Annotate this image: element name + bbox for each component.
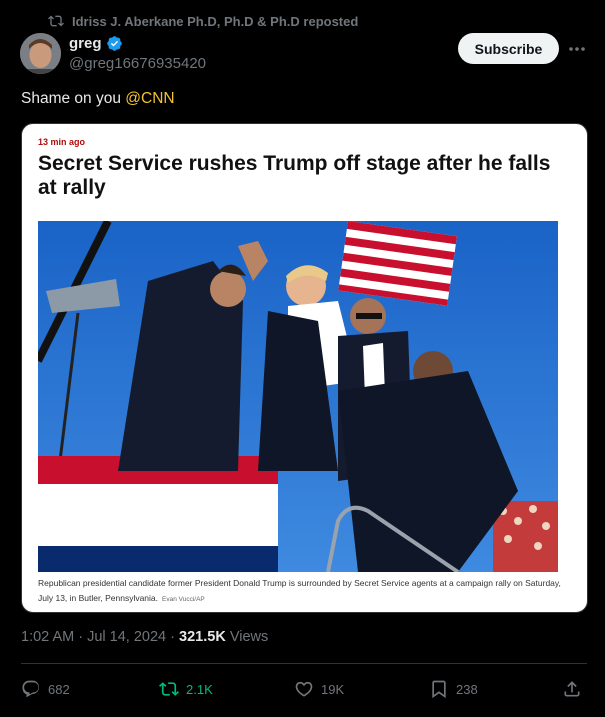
- caption-text: Republican presidential candidate former…: [38, 578, 561, 603]
- article-headline: Secret Service rushes Trump off stage af…: [38, 152, 551, 199]
- reply-icon: [22, 680, 40, 698]
- author-handle[interactable]: @greg16676935420: [69, 55, 206, 72]
- reply-count: 682: [48, 681, 70, 697]
- tweet-text: Shame on you @CNN: [21, 90, 175, 108]
- tweet-body: Shame on you: [21, 90, 126, 107]
- repost-text: Idriss J. Aberkane Ph.D, Ph.D & Ph.D rep…: [72, 13, 359, 29]
- like-button[interactable]: 19K: [294, 676, 344, 702]
- article-timestamp: 13 min ago: [38, 137, 86, 147]
- meta-separator: ·: [170, 629, 175, 645]
- reply-button[interactable]: 682: [21, 676, 70, 702]
- repost-button[interactable]: 2.1K: [159, 676, 213, 702]
- author-name[interactable]: greg: [69, 35, 102, 52]
- embedded-image-card[interactable]: 13 min ago Secret Service rushes Trump o…: [21, 123, 588, 613]
- share-button[interactable]: [562, 676, 582, 702]
- views-count: 321.5K: [179, 629, 226, 645]
- bookmark-icon: [432, 680, 446, 699]
- mention-link[interactable]: @CNN: [125, 90, 174, 107]
- tweet-meta: 1:02 AM · Jul 14, 2024 · 321.5K Views: [21, 629, 268, 645]
- divider: [21, 663, 587, 664]
- subscribe-button[interactable]: Subscribe: [458, 33, 559, 64]
- avatar[interactable]: [20, 33, 61, 74]
- verified-badge-icon: [106, 36, 122, 51]
- like-count: 19K: [321, 681, 345, 697]
- repost-icon: [159, 682, 179, 696]
- meta-separator: ·: [78, 629, 84, 645]
- repost-icon: [48, 15, 64, 27]
- tweet-date[interactable]: Jul 14, 2024: [87, 629, 166, 645]
- views-label: Views: [229, 629, 269, 645]
- photo-credit: Evan Vucci/AP: [162, 596, 205, 603]
- bookmark-count: 238: [456, 681, 478, 697]
- news-photo: [38, 221, 558, 572]
- more-options-icon[interactable]: [567, 39, 587, 59]
- heart-icon: [295, 681, 313, 697]
- photo-caption: Republican presidential candidate former…: [38, 576, 568, 607]
- tweet-time[interactable]: 1:02 AM: [21, 629, 74, 645]
- repost-count: 2.1K: [186, 681, 213, 697]
- share-icon: [564, 681, 580, 697]
- action-bar: 682 2.1K 19K 238: [21, 676, 587, 702]
- bookmark-button[interactable]: 238: [429, 676, 478, 702]
- repost-indicator[interactable]: Idriss J. Aberkane Ph.D, Ph.D & Ph.D rep…: [48, 12, 358, 30]
